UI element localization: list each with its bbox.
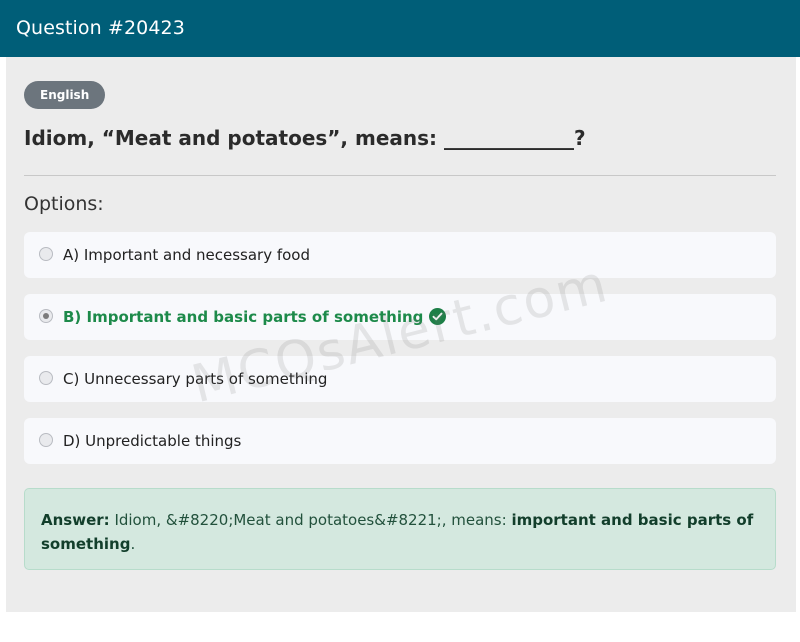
question-card: Question #20423 English Idiom, “Meat and… [0, 0, 800, 612]
option-b[interactable]: B) Important and basic parts of somethin… [24, 294, 776, 340]
answer-body: Idiom, &#8220;Meat and potatoes&#8221;, … [114, 511, 507, 529]
option-b-text: B) Important and basic parts of somethin… [63, 308, 424, 326]
option-c[interactable]: C) Unnecessary parts of something [24, 356, 776, 402]
option-a-label: A) Important and necessary food [63, 246, 311, 264]
option-a[interactable]: A) Important and necessary food [24, 232, 776, 278]
radio-button-icon[interactable] [39, 371, 53, 385]
question-number-title: Question #20423 [16, 17, 185, 39]
radio-button-icon[interactable] [39, 433, 53, 447]
radio-button-icon[interactable] [39, 247, 53, 261]
radio-button-icon[interactable] [39, 309, 53, 323]
question-text: Idiom, “Meat and potatoes”, means: _____… [24, 126, 586, 150]
option-c-label: C) Unnecessary parts of something [63, 370, 328, 388]
question-body: English Idiom, “Meat and potatoes”, mean… [6, 57, 796, 612]
check-circle-icon [429, 308, 447, 325]
option-b-label: B) Important and basic parts of somethin… [63, 308, 447, 326]
options-heading: Options: [24, 193, 104, 215]
answer-prefix: Answer: [41, 511, 110, 529]
answer-suffix: . [130, 535, 136, 553]
category-badge[interactable]: English [24, 81, 106, 109]
option-d-label: D) Unpredictable things [63, 432, 242, 450]
divider [24, 175, 776, 176]
option-d[interactable]: D) Unpredictable things [24, 418, 776, 464]
question-header: Question #20423 [0, 0, 800, 57]
answer-box: Answer: Idiom, &#8220;Meat and potatoes&… [24, 488, 776, 570]
